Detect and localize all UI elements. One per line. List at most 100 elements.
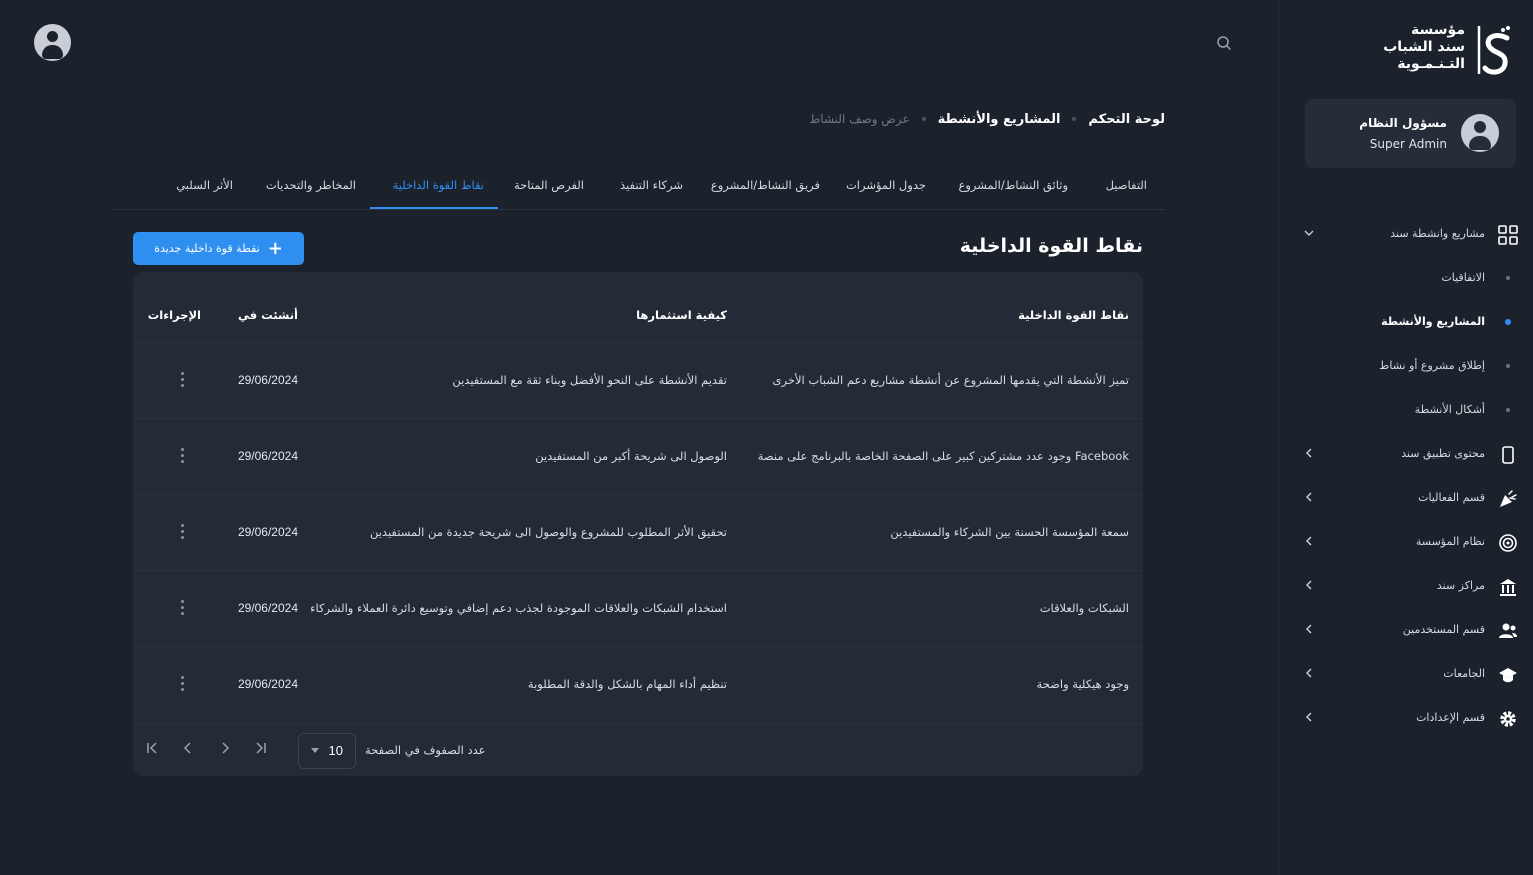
sidebar-item-label: الاتفاقيات	[1441, 271, 1485, 284]
graduation-cap-icon	[1499, 668, 1517, 683]
row-actions-icon[interactable]	[181, 448, 185, 464]
table-row: وجود هيكلية واضحة تنظيم أداء المهام بالش…	[133, 646, 1143, 722]
tab-partners[interactable]: شركاء التنفيذ	[620, 178, 683, 192]
user-role: Super Admin	[1369, 137, 1447, 151]
row-actions-icon[interactable]	[181, 372, 185, 388]
table-row: تميز الأنشطة التي يقدمها المشروع عن أنشط…	[133, 342, 1143, 418]
sidebar-item-label: محتوى تطبيق سند	[1401, 447, 1485, 460]
user-card[interactable]: مسؤول النظام Super Admin	[1305, 99, 1516, 168]
cell-usage: تحقيق الأثر المطلوب للمشروع والوصول الى …	[369, 525, 727, 539]
chevron-left-icon	[1305, 580, 1312, 590]
top-bar	[0, 0, 1278, 84]
breadcrumb-dashboard[interactable]: لوحة التحكم	[1088, 112, 1165, 127]
column-header-usage: كيفية استثمارها	[636, 308, 727, 322]
add-strength-button[interactable]: + نقطة قوة داخلية جديدة	[133, 232, 304, 265]
cell-usage: الوصول الى شريحة أكبر من المستفيدين	[535, 449, 727, 463]
rows-per-page-select[interactable]: 10	[298, 733, 356, 769]
sidebar-item-activity-forms[interactable]: أشكال الأنشطة	[1278, 395, 1533, 425]
pagination: 10 عدد الصفوف في الصفحة	[133, 724, 1143, 769]
sidebar-item-projects-group[interactable]: مشاريع وانشطة سند	[1278, 219, 1533, 249]
breadcrumb-projects[interactable]: المشاريع والأنشطة	[938, 112, 1061, 127]
sidebar-item-label: قسم الإعدادات	[1416, 711, 1485, 724]
cell-created: 29/06/2024	[237, 525, 298, 539]
sidebar-item-label: المشاريع والأنشطة	[1381, 315, 1485, 328]
column-header-created: أنشئت في	[238, 308, 298, 322]
search-icon[interactable]	[1216, 35, 1232, 51]
grid-icon	[1498, 225, 1518, 245]
add-button-label: نقطة قوة داخلية جديدة	[154, 242, 260, 255]
sidebar-item-app-content[interactable]: محتوى تطبيق سند	[1278, 439, 1533, 469]
tab-opportunities[interactable]: الفرص المتاحة	[514, 178, 584, 192]
cell-created: 29/06/2024	[237, 373, 298, 387]
bullet-icon	[1505, 319, 1511, 325]
tab-internal-strengths[interactable]: نقاط القوة الداخلية	[393, 178, 484, 192]
row-actions-icon[interactable]	[181, 524, 185, 540]
sidebar-item-label: الجامعات	[1443, 667, 1485, 680]
sidebar-item-projects-activities[interactable]: المشاريع والأنشطة	[1278, 307, 1533, 337]
tab-negative-impact[interactable]: الأثر السلبي	[176, 178, 233, 192]
table-row: الشبكات والعلاقات استخدام الشبكات والعلا…	[133, 570, 1143, 646]
building-icon	[1500, 579, 1516, 596]
sidebar-item-label: مشاريع وانشطة سند	[1390, 227, 1485, 240]
target-icon	[1499, 534, 1517, 552]
logo-icon	[1477, 26, 1510, 75]
tab-team[interactable]: فريق النشاط/المشروع	[711, 178, 820, 192]
sidebar-item-centers[interactable]: مراكز سند	[1278, 571, 1533, 601]
first-page-icon[interactable]	[144, 740, 160, 756]
last-page-icon[interactable]	[253, 740, 269, 756]
cell-strength: الشبكات والعلاقات	[1039, 601, 1129, 615]
next-page-icon[interactable]	[217, 740, 233, 756]
cell-created: 29/06/2024	[237, 677, 298, 691]
sidebar-item-label: مراكز سند	[1436, 579, 1485, 592]
tab-risks[interactable]: المخاطر والتحديات	[266, 178, 356, 192]
chevron-left-icon	[1305, 668, 1312, 678]
users-icon	[1499, 623, 1517, 638]
cell-strength: وجود هيكلية واضحة	[1036, 677, 1129, 691]
bullet-icon	[1506, 364, 1510, 368]
tab-indicators[interactable]: جدول المؤشرات	[846, 178, 926, 192]
sidebar-item-label: أشكال الأنشطة	[1414, 403, 1485, 416]
sidebar-item-org-system[interactable]: نظام المؤسسة	[1278, 527, 1533, 557]
chevron-left-icon	[1305, 624, 1312, 634]
breadcrumb-separator	[1072, 117, 1077, 121]
tab-details[interactable]: التفاصيل	[1106, 178, 1147, 192]
breadcrumb: لوحة التحكم المشاريع والأنشطة عرض وصف ال…	[809, 109, 1165, 129]
user-avatar-icon	[1461, 114, 1499, 152]
sidebar-item-label: قسم المستخدمين	[1402, 623, 1485, 636]
sidebar: مؤسسة سند الشباب التـنـمـوية مسؤول النظا…	[1278, 0, 1533, 875]
chevron-left-icon	[1305, 712, 1312, 722]
caret-down-icon	[311, 748, 319, 753]
page-title: نقاط القوة الداخلية	[959, 235, 1143, 257]
row-actions-icon[interactable]	[181, 600, 185, 616]
user-name: مسؤول النظام	[1359, 116, 1447, 130]
chevron-left-icon	[1305, 536, 1312, 546]
cell-strength: وجود عدد مشتركين كبير على الصفحة الخاصة …	[757, 449, 1129, 463]
tab-documents[interactable]: وثائق النشاط/المشروع	[958, 178, 1068, 192]
sidebar-item-events[interactable]: قسم الفعاليات	[1278, 483, 1533, 513]
strengths-table: نقاط القوة الداخلية كيفية استثمارها أنشئ…	[133, 272, 1143, 776]
user-avatar-icon[interactable]	[34, 24, 71, 61]
sidebar-item-universities[interactable]: الجامعات	[1278, 659, 1533, 689]
sidebar-item-agreements[interactable]: الاتفاقيات	[1278, 263, 1533, 293]
cell-usage: تقديم الأنشطة على النحو الأفضل وبناء ثقة…	[452, 373, 727, 387]
chevron-left-icon	[1305, 492, 1312, 502]
column-header-strength: نقاط القوة الداخلية	[1018, 308, 1129, 322]
cell-strength: سمعة المؤسسة الحسنة بين الشركاء والمستفي…	[890, 525, 1129, 539]
breadcrumb-separator	[921, 117, 926, 121]
previous-page-icon[interactable]	[180, 740, 196, 756]
bullet-icon	[1506, 408, 1510, 412]
table-row: سمعة المؤسسة الحسنة بين الشركاء والمستفي…	[133, 494, 1143, 570]
sidebar-item-label: قسم الفعاليات	[1418, 491, 1485, 504]
row-actions-icon[interactable]	[181, 676, 185, 692]
sidebar-item-label: نظام المؤسسة	[1415, 535, 1485, 548]
column-header-actions: الإجراءات	[147, 308, 201, 322]
sidebar-item-label: إطلاق مشروع أو نشاط	[1379, 359, 1485, 372]
cell-created: 29/06/2024	[237, 449, 298, 463]
rows-per-page-label: عدد الصفوف في الصفحة	[365, 743, 486, 757]
sidebar-item-users[interactable]: قسم المستخدمين	[1278, 615, 1533, 645]
sidebar-item-launch-project[interactable]: إطلاق مشروع أو نشاط	[1278, 351, 1533, 381]
cell-usage: تنظيم أداء المهام بالشكل والدقة المطلوبة	[527, 677, 727, 691]
table-row: وجود عدد مشتركين كبير على الصفحة الخاصة …	[133, 418, 1143, 494]
bullet-icon	[1506, 276, 1510, 280]
sidebar-item-settings[interactable]: قسم الإعدادات	[1278, 703, 1533, 733]
